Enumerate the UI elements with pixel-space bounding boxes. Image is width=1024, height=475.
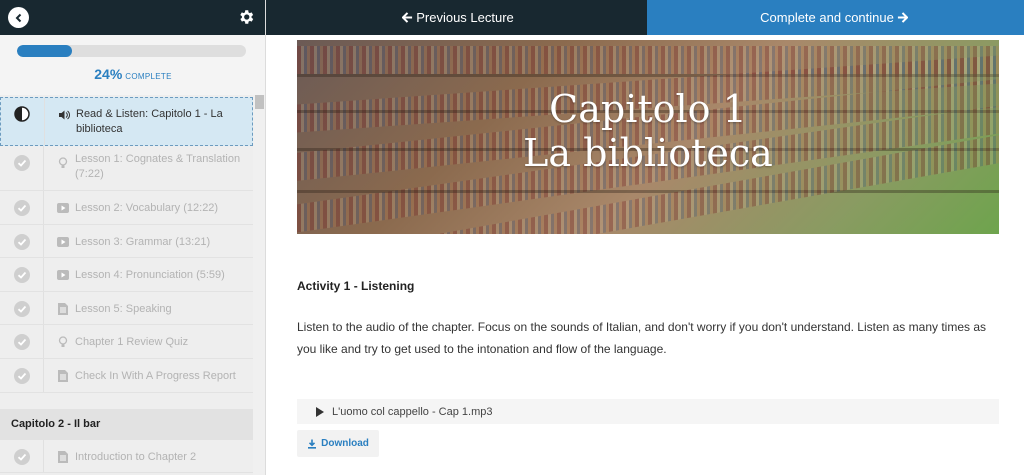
video-icon xyxy=(57,269,69,281)
download-icon xyxy=(308,439,317,449)
video-icon xyxy=(57,202,69,214)
banner-title-line1: Capitolo 1 xyxy=(549,87,747,131)
download-button[interactable]: Download xyxy=(297,430,379,457)
lecture-title: Introduction to Chapter 2 xyxy=(75,450,197,463)
audio-file-name: L'uomo col cappello - Cap 1.mp3 xyxy=(332,405,493,418)
progress-bar xyxy=(17,45,246,57)
lecture-item[interactable]: Lesson 5: Speaking xyxy=(0,291,253,326)
banner-title-line2: La biblioteca xyxy=(523,131,773,175)
sidebar-header xyxy=(0,0,265,35)
lecture-title: Chapter 1 Review Quiz xyxy=(75,336,189,349)
lecture-item[interactable]: Lesson 3: Grammar (13:21) xyxy=(0,224,253,259)
arrow-left-icon xyxy=(402,12,413,23)
lecture-item[interactable]: Check In With A Progress Report xyxy=(0,358,253,393)
lightbulb-icon xyxy=(57,336,69,348)
progress-label: 24% COMPLETE xyxy=(0,66,265,84)
lecture-title: Lesson 1: Cognates & Translation (7:22) xyxy=(75,153,241,180)
half-circle-status-icon xyxy=(14,106,30,122)
section-header: Capitolo 2 - Il bar xyxy=(0,408,253,440)
check-icon xyxy=(14,267,30,284)
document-icon xyxy=(57,369,69,382)
lecture-item-active[interactable]: Read & Listen: Capitolo 1 - La bibliotec… xyxy=(0,97,253,146)
item-divider xyxy=(43,224,44,258)
arrow-right-icon xyxy=(897,12,908,23)
item-divider xyxy=(43,358,44,392)
item-divider xyxy=(43,191,44,224)
progress-bar-fill xyxy=(17,45,72,57)
lecture-list: Read & Listen: Capitolo 1 - La bibliotec… xyxy=(0,97,253,474)
complete-and-continue-button[interactable]: Complete and continue xyxy=(647,0,1024,35)
progress-complete-text: COMPLETE xyxy=(125,72,172,81)
check-icon xyxy=(14,448,30,465)
lecture-item[interactable]: Lesson 1: Cognates & Translation (7:22) xyxy=(0,146,253,191)
play-icon[interactable] xyxy=(316,406,324,417)
lecture-item[interactable]: Chapter 1 Review Quiz xyxy=(0,325,253,359)
check-icon xyxy=(14,334,30,351)
download-label: Download xyxy=(321,438,369,449)
video-icon xyxy=(57,236,69,248)
chapter-banner-image: Capitolo 1 La biblioteca xyxy=(297,40,999,234)
lecture-item[interactable]: Lesson 4: Pronunciation (5:59) xyxy=(0,258,253,292)
progress-percent: 24% xyxy=(94,66,123,82)
check-icon xyxy=(14,367,30,384)
chevron-left-icon xyxy=(15,13,21,22)
audio-icon xyxy=(58,109,70,121)
complete-continue-label: Complete and continue xyxy=(760,10,894,25)
lightbulb-icon xyxy=(57,157,69,169)
banner-title: Capitolo 1 La biblioteca xyxy=(297,87,999,175)
lecture-item[interactable]: Introduction to Chapter 2 xyxy=(0,439,253,474)
bookshelf-shelf xyxy=(297,190,999,193)
check-icon xyxy=(14,233,30,250)
sidebar-scrollbar[interactable] xyxy=(253,95,265,475)
item-divider xyxy=(43,258,44,291)
previous-lecture-label: Previous Lecture xyxy=(416,10,514,25)
activity-heading: Activity 1 - Listening xyxy=(297,279,415,293)
course-progress: 24% COMPLETE xyxy=(0,35,265,95)
item-divider xyxy=(43,439,44,473)
lecture-item[interactable]: Lesson 2: Vocabulary (12:22) xyxy=(0,191,253,225)
lecture-title: Check In With A Progress Report xyxy=(75,369,236,382)
audio-player[interactable]: L'uomo col cappello - Cap 1.mp3 xyxy=(297,399,999,424)
lecture-title: Read & Listen: Capitolo 1 - La bibliotec… xyxy=(76,108,223,135)
item-divider xyxy=(43,325,44,358)
item-divider xyxy=(43,291,44,325)
gear-icon xyxy=(240,10,254,24)
activity-description: Listen to the audio of the chapter. Focu… xyxy=(297,320,986,356)
settings-button[interactable] xyxy=(237,8,255,26)
document-icon xyxy=(57,450,69,463)
lecture-title: Lesson 3: Grammar (13:21) xyxy=(75,235,211,248)
item-divider xyxy=(44,98,45,145)
back-button[interactable] xyxy=(8,7,29,28)
check-icon xyxy=(14,300,30,317)
check-icon xyxy=(14,200,30,216)
course-sidebar: 24% COMPLETE Read & Listen: Capitolo 1 - … xyxy=(0,0,266,475)
lecture-title: Lesson 2: Vocabulary (12:22) xyxy=(75,202,219,214)
section-title: Capitolo 2 - Il bar xyxy=(11,417,101,430)
check-icon xyxy=(14,155,30,171)
lecture-title: Lesson 5: Speaking xyxy=(75,302,172,315)
item-divider xyxy=(43,146,44,190)
previous-lecture-button[interactable]: Previous Lecture xyxy=(266,0,647,35)
document-icon xyxy=(57,302,69,315)
lecture-navbar: Previous Lecture Complete and continue xyxy=(266,0,1024,35)
lecture-title: Lesson 4: Pronunciation (5:59) xyxy=(75,269,225,282)
scrollbar-thumb[interactable] xyxy=(255,95,264,109)
